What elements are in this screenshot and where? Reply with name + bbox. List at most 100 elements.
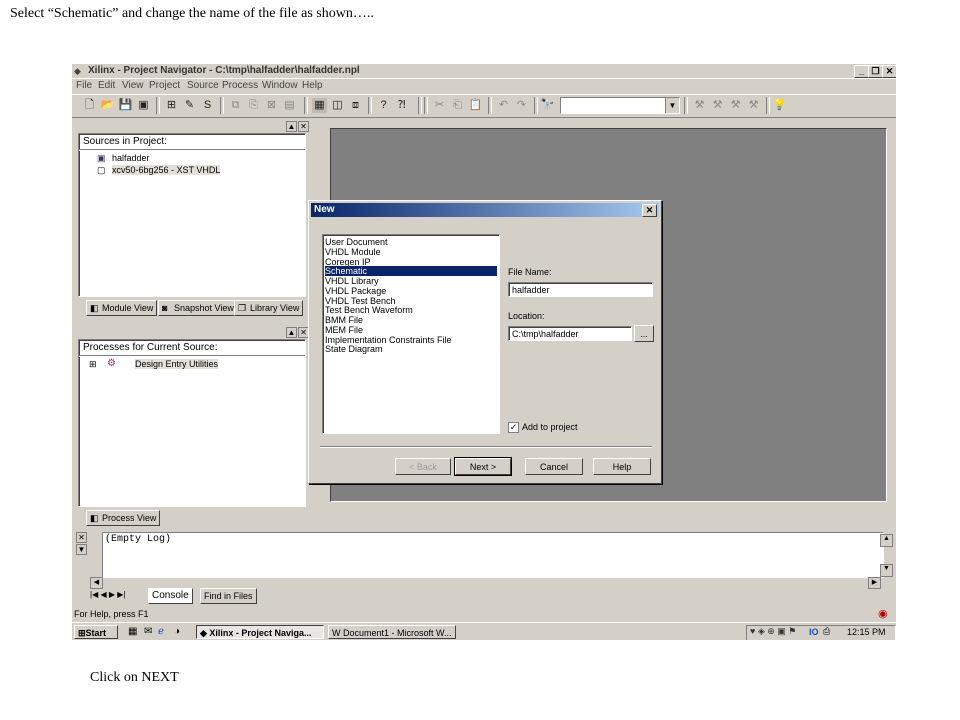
toolbar-separator <box>766 97 770 114</box>
expand-icon[interactable]: ⊞ <box>89 359 97 370</box>
schematic-icon[interactable]: S <box>200 98 215 113</box>
cascade-icon[interactable]: ◫ <box>330 98 345 113</box>
arrange-icon[interactable]: ⧈ <box>348 98 363 113</box>
save-all-icon[interactable]: ▣ <box>136 98 151 113</box>
edit-icon[interactable]: ✎ <box>182 98 197 113</box>
find-icon[interactable]: 🔭 <box>540 98 555 113</box>
paste-source-icon[interactable]: ⎘ <box>246 98 261 113</box>
rerun-icon[interactable]: ⚒ <box>710 98 725 113</box>
browse-button[interactable]: ... <box>634 325 654 342</box>
tab-find-in-files[interactable]: Find in Files <box>200 588 257 604</box>
status-text: For Help, press F1 <box>74 609 149 619</box>
undo-icon[interactable]: ↶ <box>496 98 511 113</box>
quicklaunch-ie-icon[interactable]: ℯ <box>158 626 164 637</box>
open-folder-icon[interactable]: 📂 <box>100 98 115 113</box>
start-button[interactable]: ⊞Start <box>74 625 118 639</box>
copy-icon[interactable]: ⎗ <box>450 98 465 113</box>
console-float-icon[interactable]: ▼ <box>76 544 87 555</box>
save-icon[interactable]: 💾 <box>118 98 133 113</box>
search-combo[interactable]: ▼ <box>560 97 680 114</box>
camera-icon: ◙ <box>162 303 168 313</box>
chevron-down-icon[interactable]: ▼ <box>665 98 679 113</box>
tray-printer-icon[interactable]: ⎙ <box>823 626 830 637</box>
next-button[interactable]: Next > <box>454 457 512 476</box>
menu-window[interactable]: Window <box>262 80 298 91</box>
file-type-list[interactable]: User Document VHDL Module Coregen IP Schema… <box>322 234 500 434</box>
panel-close-icon[interactable]: ✕ <box>298 121 309 132</box>
back-button[interactable]: < Back <box>395 458 451 475</box>
tab-process-view[interactable]: ◧ Process View <box>86 510 161 526</box>
file-type-item[interactable]: MEM File <box>325 325 497 335</box>
menu-source[interactable]: Source <box>187 80 219 91</box>
cancel-button[interactable]: Cancel <box>525 458 583 475</box>
help-icon[interactable]: ? <box>376 98 391 113</box>
redo-icon[interactable]: ↷ <box>514 98 529 113</box>
cut-icon[interactable]: ✂ <box>432 98 447 113</box>
toolbar-separator <box>418 97 422 114</box>
restore-button[interactable]: ❐ <box>868 65 883 78</box>
tab-library-view[interactable]: ❒ Library View <box>234 300 304 316</box>
console-scroll-down-icon[interactable]: ▼ <box>880 564 893 577</box>
process-design-entry-utilities[interactable]: Design Entry Utilities <box>135 359 219 369</box>
tab-snapshot-view[interactable]: ◙ Snapshot View <box>158 300 238 316</box>
tab-module-view[interactable]: ◧ Module View <box>86 300 158 316</box>
menu-process[interactable]: Process <box>222 80 258 91</box>
tip-lightbulb-icon[interactable]: 💡 <box>772 98 787 113</box>
file-type-item[interactable]: Test Bench Waveform <box>325 305 497 315</box>
close-window-button[interactable]: ✕ <box>882 65 896 78</box>
add-to-project-checkbox[interactable]: ✓ <box>508 422 519 433</box>
menu-project[interactable]: Project <box>149 80 180 91</box>
file-type-item[interactable]: VHDL Library <box>325 276 497 286</box>
console-hscroll-left-icon[interactable]: ◀ <box>90 577 103 589</box>
run-icon[interactable]: ⚒ <box>692 98 707 113</box>
quicklaunch-outlook-icon[interactable]: ✉ <box>144 626 152 637</box>
panel-float-icon[interactable]: ▲ <box>286 327 297 338</box>
console-scroll-up-icon[interactable]: ▲ <box>880 534 893 547</box>
tray-io-text[interactable]: IO <box>809 627 819 637</box>
xilinx-app-icon: ◆ <box>74 66 81 76</box>
new-file-dialog: New ✕ User Document VHDL Module Coregen IP… <box>308 200 662 484</box>
minimize-button[interactable]: _ <box>854 65 869 78</box>
file-type-item[interactable]: VHDL Package <box>325 286 497 296</box>
tree-item-halfadder[interactable]: halfadder <box>112 153 150 163</box>
stop-icon[interactable]: ⚒ <box>746 98 761 113</box>
new-file-icon[interactable]: 🗋 <box>82 98 97 113</box>
quicklaunch-desktop-icon[interactable]: ▦ <box>128 626 137 637</box>
taskbar-task-xilinx[interactable]: ◆ Xilinx - Project Naviga... <box>196 625 324 639</box>
file-type-item[interactable]: State Diagram <box>325 344 497 354</box>
file-type-item[interactable]: Implementation Constraints File <box>325 335 497 345</box>
file-type-item[interactable]: VHDL Module <box>325 247 497 257</box>
properties-icon[interactable]: ▤ <box>282 98 297 113</box>
tab-console[interactable]: Console <box>148 588 193 604</box>
tree-item-device[interactable]: xcv50-6bg256 - XST VHDL <box>112 165 221 175</box>
console-nav-first-icon[interactable]: |◀ ◀ ▶ ▶| <box>90 590 125 599</box>
menu-edit[interactable]: Edit <box>98 80 115 91</box>
menu-help[interactable]: Help <box>302 80 323 91</box>
quicklaunch-media-icon[interactable]: ◑ <box>174 626 180 637</box>
rerun-all-icon[interactable]: ⚒ <box>728 98 743 113</box>
copy-source-icon[interactable]: ⧉ <box>228 98 243 113</box>
paste-icon[interactable]: 📋 <box>468 98 483 113</box>
panel-float-icon[interactable]: ▲ <box>286 121 297 132</box>
menu-file[interactable]: File <box>76 80 92 91</box>
console-close-icon[interactable]: ✕ <box>76 532 87 543</box>
tile-icon[interactable]: ▦ <box>312 98 327 113</box>
location-input[interactable]: C:\tmp\halfadder <box>508 326 632 341</box>
file-type-item[interactable]: Coregen IP <box>325 257 497 267</box>
taskbar-task-word[interactable]: W Document1 - Microsoft W... <box>328 625 456 639</box>
add-source-icon[interactable]: ⊞ <box>164 98 179 113</box>
context-help-icon[interactable]: ⁈ <box>394 98 409 113</box>
file-type-item[interactable]: Schematic <box>325 266 497 277</box>
file-name-input[interactable]: halfadder <box>508 282 653 297</box>
menu-view[interactable]: View <box>122 80 144 91</box>
tray-icons[interactable]: ♥ ◈ ⊕ ▣ ⚑ <box>750 626 796 637</box>
tab-snapshot-view-label: Snapshot View <box>174 303 234 313</box>
remove-source-icon[interactable]: ⊠ <box>264 98 279 113</box>
dialog-close-button[interactable]: ✕ <box>642 204 657 217</box>
status-indicator-icon: ◉ <box>878 608 888 620</box>
file-type-item[interactable]: VHDL Test Bench <box>325 296 497 306</box>
help-button[interactable]: Help <box>593 458 651 475</box>
file-type-item[interactable]: User Document <box>325 237 497 247</box>
console-hscroll-right-icon[interactable]: ▶ <box>868 577 881 589</box>
file-type-item[interactable]: BMM File <box>325 315 497 325</box>
